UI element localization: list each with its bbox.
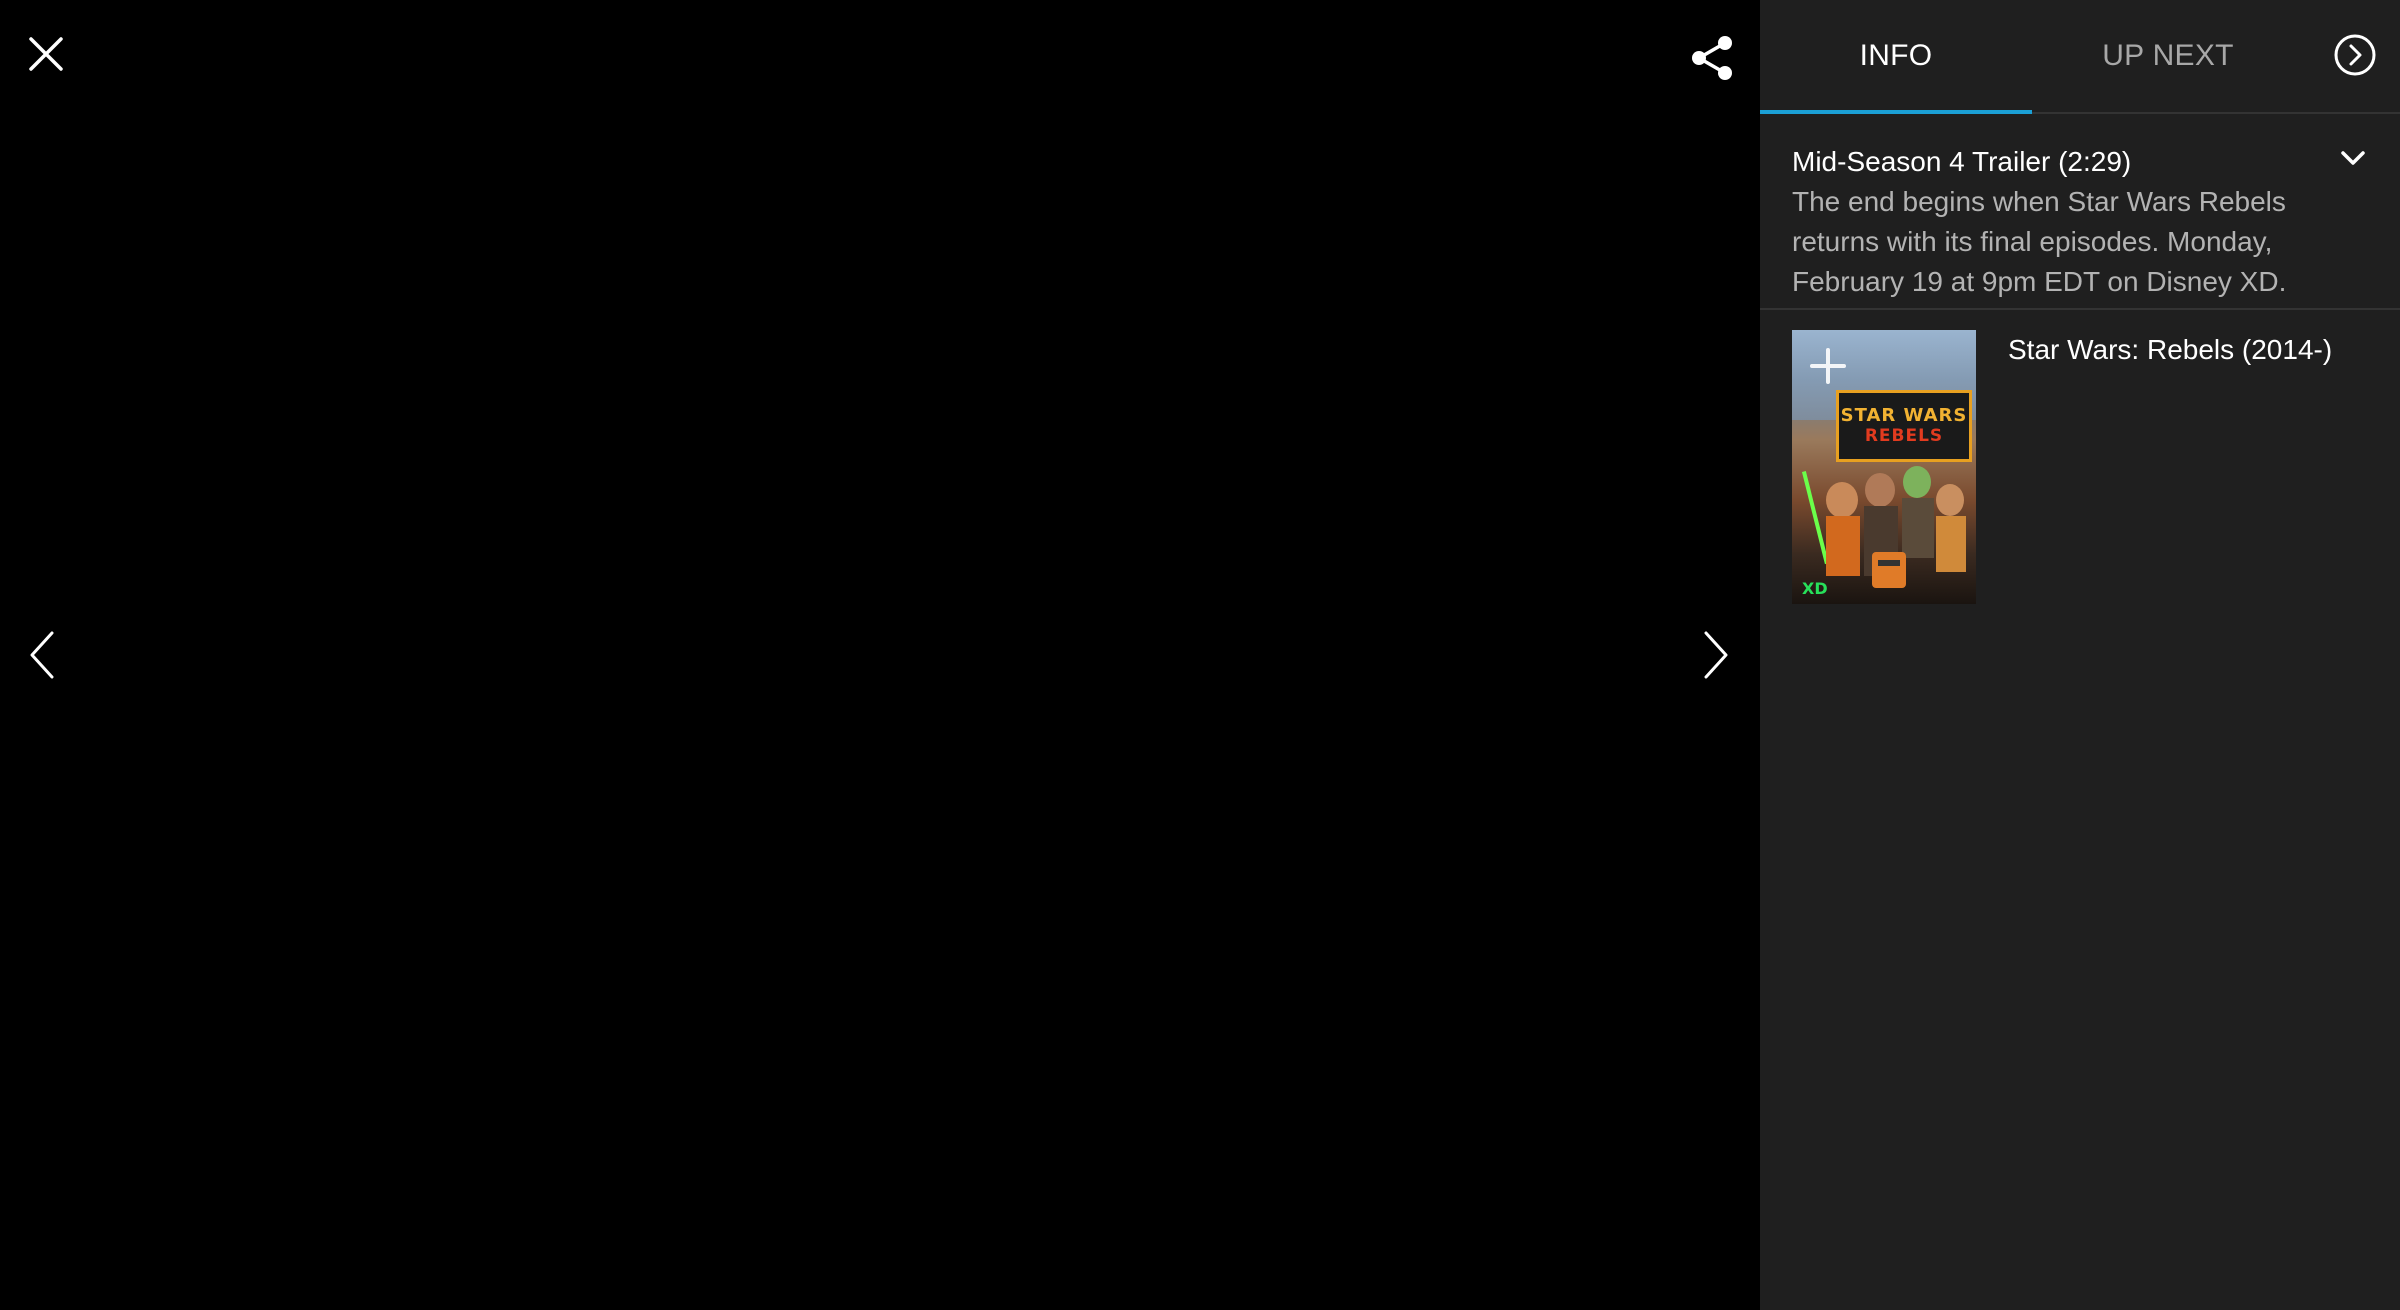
- next-button[interactable]: [1692, 620, 1740, 690]
- poster-characters-art: [1802, 466, 1966, 588]
- poster-logo: STAR WARS REBELS: [1836, 390, 1972, 462]
- previous-button[interactable]: [18, 620, 66, 690]
- show-title-link[interactable]: Star Wars: Rebels (2014-): [2008, 330, 2332, 604]
- tab-up-next[interactable]: UP NEXT: [2032, 0, 2304, 112]
- channel-badge: XD: [1802, 579, 1828, 598]
- poster-logo-line1: STAR WARS: [1840, 405, 1968, 426]
- close-icon: [29, 37, 63, 71]
- poster-logo-line2: REBELS: [1864, 426, 1944, 446]
- share-icon: [1692, 36, 1732, 80]
- video-title: Mid-Season 4 Trailer (2:29): [1792, 146, 2132, 177]
- chevron-right-icon: [1704, 631, 1728, 679]
- share-button[interactable]: [1680, 26, 1744, 90]
- close-button[interactable]: [18, 26, 74, 82]
- sidebar-tabs: INFO UP NEXT: [1760, 0, 2400, 114]
- circle-chevron-right-icon[interactable]: [2332, 32, 2378, 78]
- video-info-panel: Mid-Season 4 Trailer (2:29) The end begi…: [1760, 114, 2400, 310]
- show-poster[interactable]: STAR WARS REBELS XD: [1792, 330, 1976, 604]
- add-to-watchlist-icon[interactable]: [1808, 346, 1848, 386]
- video-viewer: [0, 0, 1760, 1310]
- video-description: The end begins when Star Wars Rebels ret…: [1792, 186, 2287, 297]
- chevron-left-icon: [30, 631, 54, 679]
- tab-info[interactable]: INFO: [1760, 0, 2032, 112]
- related-title-card[interactable]: STAR WARS REBELS XD Star Wars: Rebels (2…: [1760, 310, 2400, 624]
- info-sidebar: INFO UP NEXT Mid-Season 4 Trailer (2:29)…: [1760, 0, 2400, 1310]
- chevron-down-icon[interactable]: [2340, 148, 2366, 168]
